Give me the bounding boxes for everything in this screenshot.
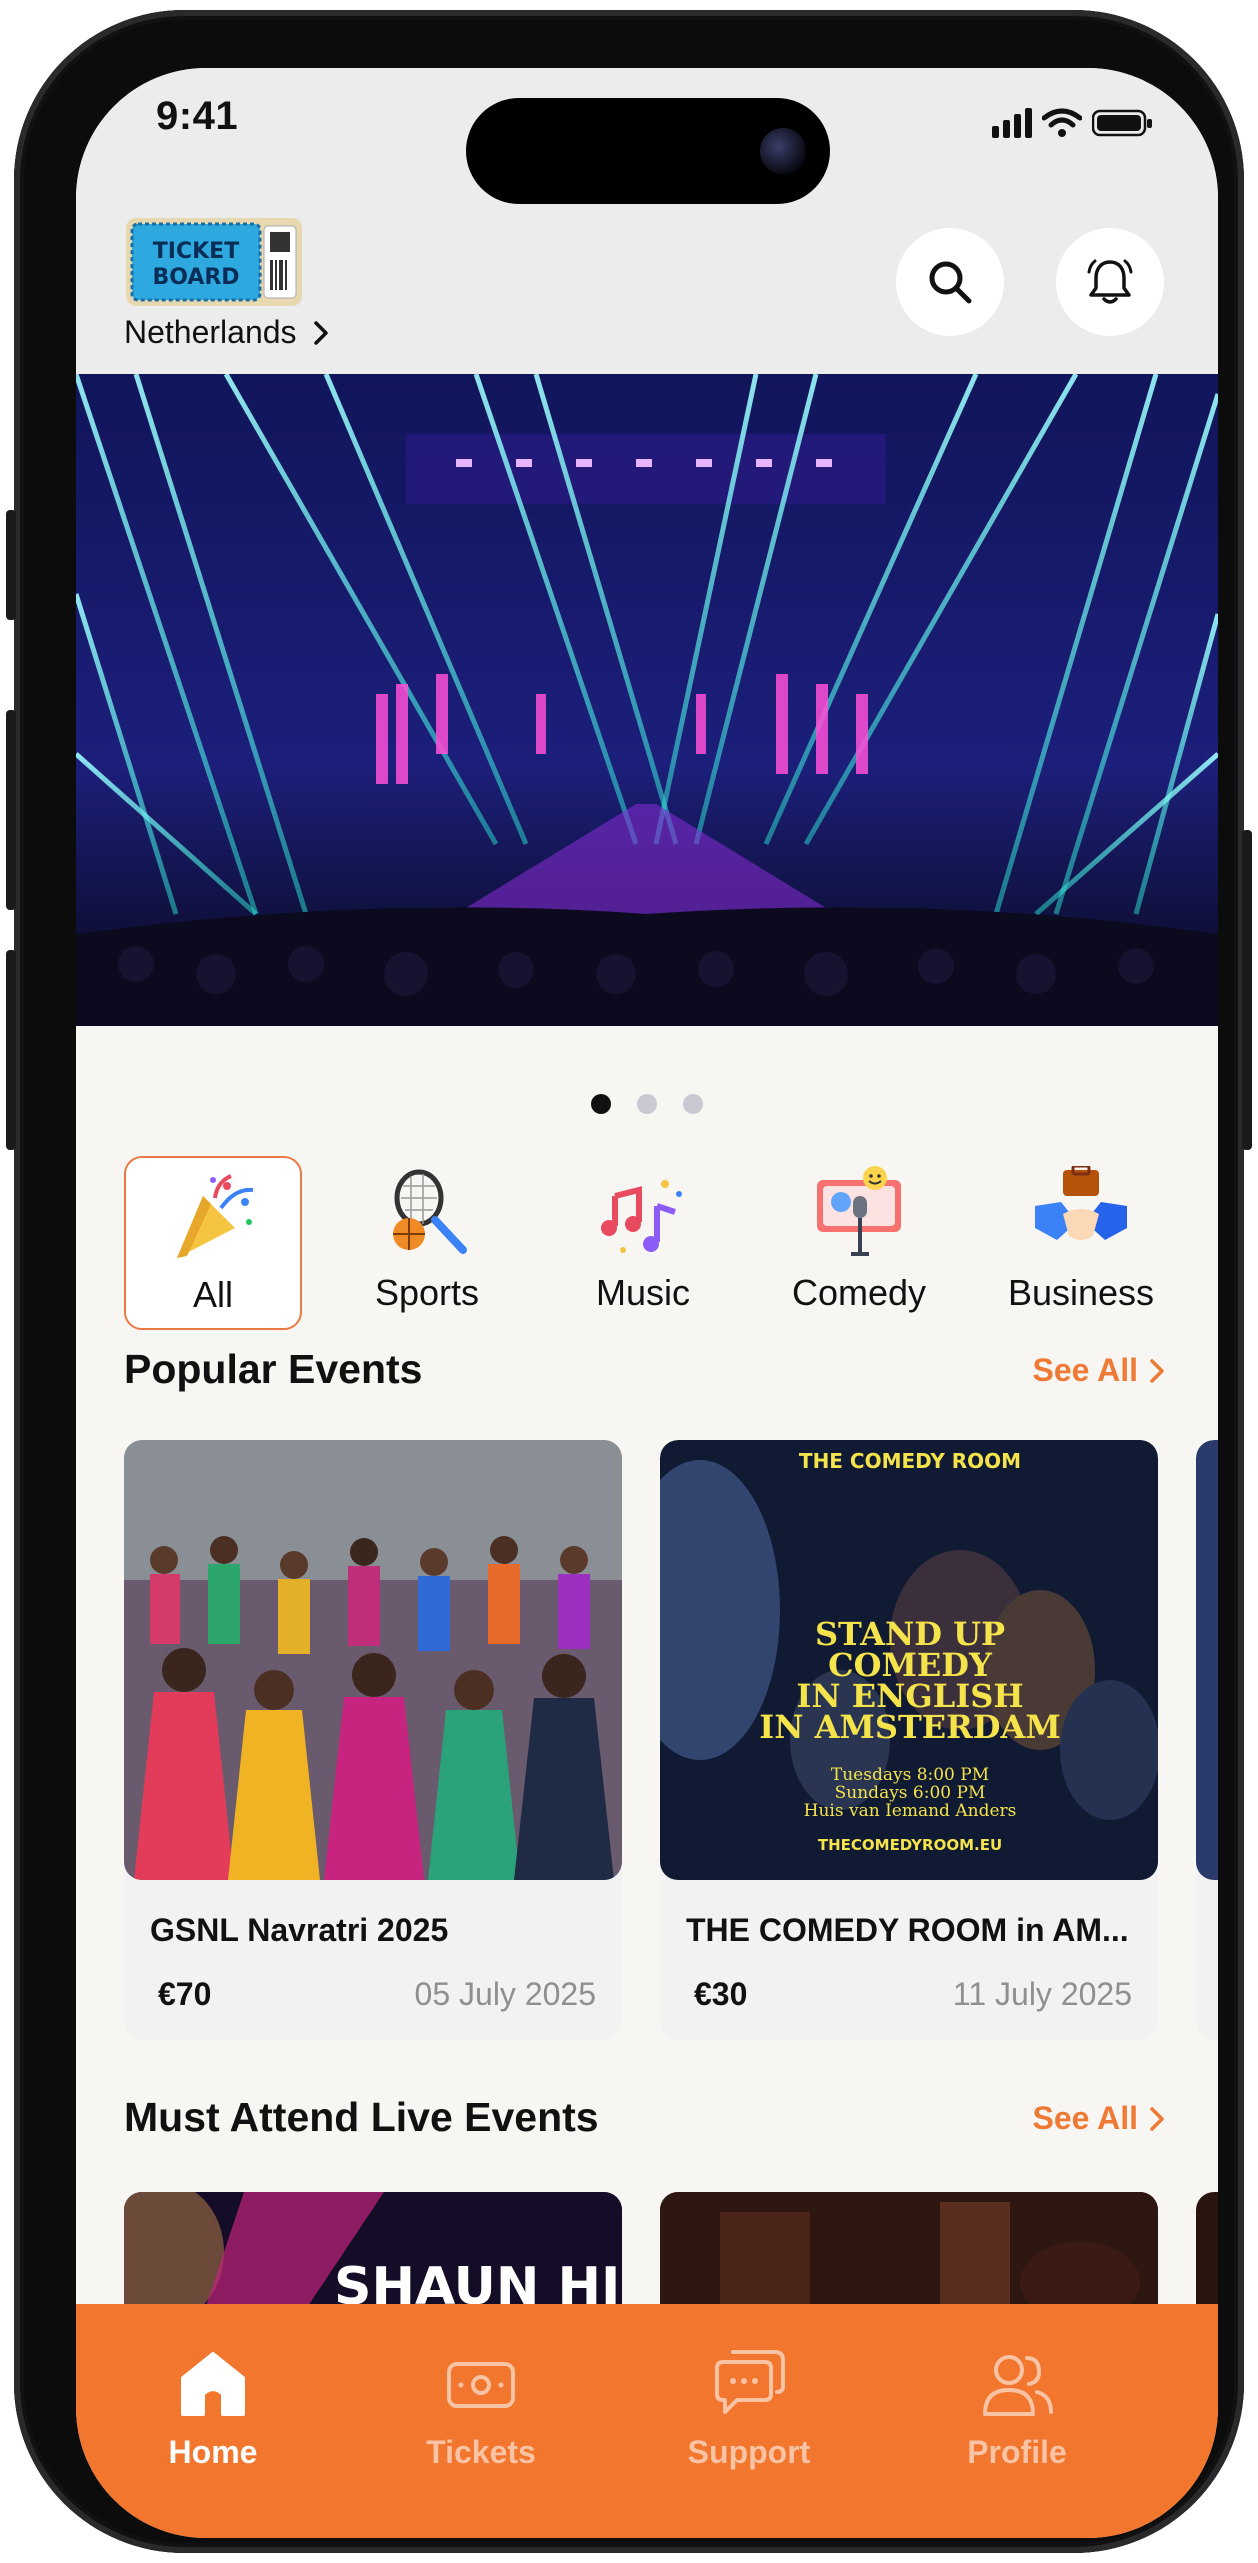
event-date: 05 July 2025 (414, 1976, 596, 2012)
carousel-dot-3[interactable] (683, 1094, 703, 1114)
category-list: All Sports Music Comedy Business (124, 1120, 1170, 1330)
category-sports[interactable]: Sports (340, 1156, 514, 1326)
poster-header: THE COMEDY ROOM (799, 1449, 1021, 1473)
category-business[interactable]: Business (988, 1156, 1174, 1326)
event-image (1196, 1440, 1218, 1880)
category-comedy[interactable]: Comedy (772, 1156, 946, 1326)
event-date: 11 July 2025 (952, 1976, 1132, 2012)
live-event-image (660, 2192, 1158, 2312)
chat-bubbles-icon (715, 2350, 785, 2414)
search-button[interactable] (896, 228, 1004, 336)
carousel-dot-1[interactable] (591, 1094, 611, 1114)
dynamic-island (466, 98, 830, 204)
wifi-icon (1042, 108, 1082, 137)
status-time: 9:41 (156, 94, 239, 138)
signal-icon (992, 108, 1032, 138)
event-title: GSNL Navratri 2025 (150, 1912, 449, 1948)
category-label: All (192, 1274, 233, 1315)
tab-home[interactable]: Home (118, 2344, 308, 2471)
ticket-icon (447, 2362, 515, 2408)
home-icon (181, 2352, 245, 2416)
event-image: THE COMEDY ROOM STAND UP COMEDY IN ENGLI… (660, 1440, 1158, 1880)
tab-label: Home (168, 2434, 258, 2470)
tab-support[interactable]: Support (654, 2344, 844, 2471)
poster-website: THECOMEDYROOM.EU (818, 1836, 1002, 1854)
party-popper-icon (177, 1174, 254, 1258)
event-image (124, 1440, 622, 1880)
bell-icon (1087, 259, 1133, 304)
tab-label: Support (687, 2434, 811, 2470)
category-label: Music (595, 1272, 690, 1313)
users-icon (983, 2355, 1053, 2416)
volume-up-button (6, 710, 16, 910)
event-card[interactable]: THE COMEDY ROOM STAND UP COMEDY IN ENGLI… (660, 1440, 1158, 2040)
logo-text-ticket: TICKET (153, 239, 239, 264)
volume-down-button (6, 950, 16, 1150)
category-music[interactable]: Music (556, 1156, 730, 1326)
live-event-card-peek[interactable] (1196, 2192, 1218, 2312)
battery-icon (1092, 109, 1152, 137)
comedy-mic-icon (817, 1166, 901, 1256)
racket-ball-icon (393, 1169, 467, 1254)
tab-tickets[interactable]: Tickets (386, 2344, 576, 2471)
live-event-card[interactable]: SHAUN HI (124, 2192, 622, 2312)
category-label: Sports (374, 1272, 480, 1313)
event-card[interactable]: GSNL Navratri 2025 €70 05 July 2025 (124, 1440, 622, 2040)
carousel-dot-2[interactable] (637, 1094, 657, 1114)
live-see-all-link[interactable]: See All (1032, 2100, 1164, 2137)
power-button (1242, 830, 1252, 1150)
live-event-image: SHAUN HI (124, 2192, 622, 2312)
live-event-card[interactable] (660, 2192, 1158, 2312)
poster-line-4: IN AMSTERDAM (759, 1708, 1061, 1746)
country-selector[interactable]: Netherlands (124, 314, 329, 351)
status-icons (992, 108, 1154, 138)
logo-text-board: BOARD (152, 265, 239, 290)
phone-frame: 9:41 TICKET BOARD Netherlands All Sports… (6, 10, 1252, 2553)
popular-events-title: Popular Events (124, 1346, 423, 1392)
poster-schedule-1: Tuesdays 8:00 PM (831, 1765, 989, 1785)
mute-switch (6, 510, 16, 620)
tab-label: Profile (967, 2434, 1067, 2470)
notifications-button[interactable] (1056, 228, 1164, 336)
event-title: THE COMEDY ROOM in AM... (686, 1912, 1129, 1948)
carousel-indicator[interactable] (76, 1094, 1218, 1114)
concert-image (76, 374, 1218, 1026)
tab-label: Tickets (426, 2434, 536, 2470)
poster-venue: Huis van Iemand Anders (804, 1801, 1017, 1821)
popular-see-all-link[interactable]: See All (1032, 1352, 1164, 1389)
tab-profile[interactable]: Profile (922, 2344, 1112, 2471)
category-label: Comedy (791, 1272, 927, 1313)
see-all-label: See All (1032, 1352, 1138, 1388)
event-price: €70 (158, 1976, 212, 2012)
music-notes-icon (601, 1180, 682, 1253)
category-label: Business (1007, 1272, 1155, 1313)
event-price: €30 (694, 1976, 748, 2012)
chevron-right-icon (1150, 1358, 1164, 1383)
bottom-tab-bar: Home Tickets Support Profile (76, 2304, 1218, 2538)
live-events-title: Must Attend Live Events (124, 2094, 599, 2140)
category-all[interactable]: All (124, 1156, 302, 1330)
chevron-right-icon (313, 320, 328, 345)
app-logo[interactable]: TICKET BOARD (124, 216, 304, 308)
poster-schedule-2: Sundays 6:00 PM (835, 1783, 986, 1803)
see-all-label: See All (1032, 2100, 1138, 2136)
camera-lens (760, 128, 806, 174)
handshake-icon (1035, 1166, 1127, 1240)
search-icon (929, 261, 972, 304)
country-label: Netherlands (124, 314, 297, 350)
hero-banner[interactable] (76, 374, 1218, 1026)
app-screen: 9:41 TICKET BOARD Netherlands All Sports… (76, 68, 1218, 2538)
event-card-peek[interactable] (1196, 1440, 1218, 2040)
chevron-right-icon (1150, 2106, 1164, 2131)
